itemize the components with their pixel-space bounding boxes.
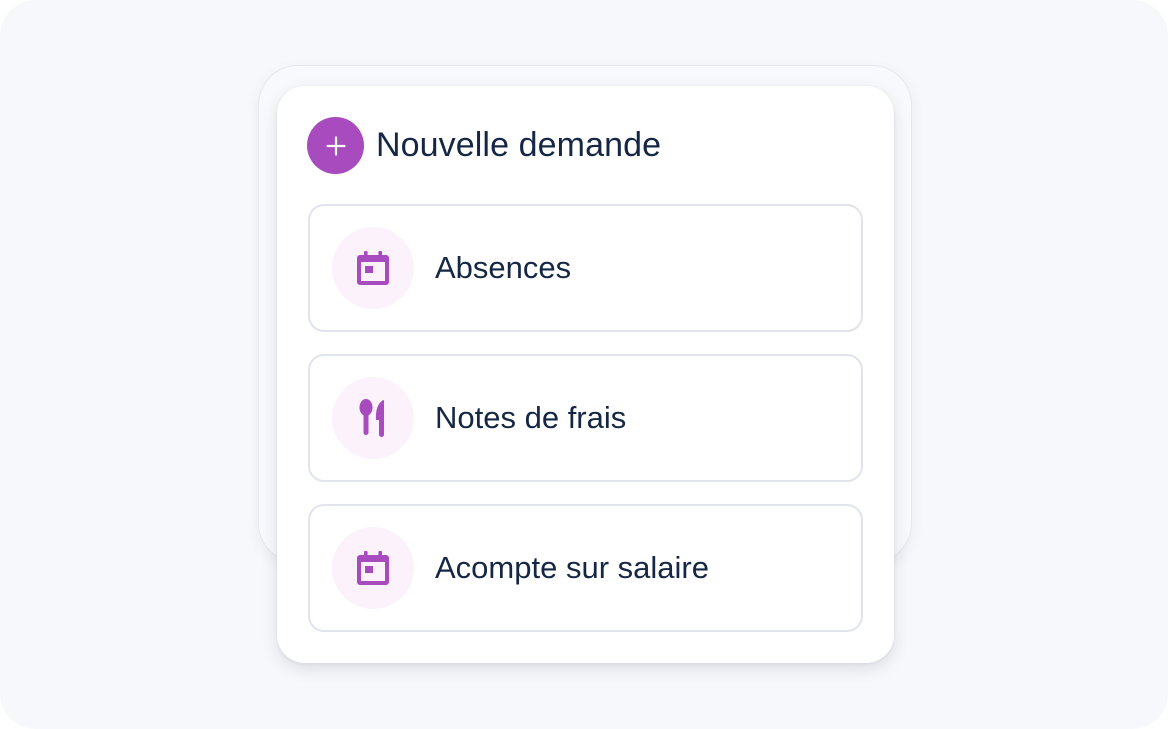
add-request-button[interactable] xyxy=(307,117,364,174)
calendar-icon xyxy=(357,251,389,285)
option-salary-advance[interactable]: Acompte sur salaire xyxy=(308,504,863,632)
option-icon-badge xyxy=(332,527,414,609)
plus-icon xyxy=(325,135,346,156)
option-label: Notes de frais xyxy=(435,400,627,435)
background-stage: Nouvelle demande Absences Notes de frais… xyxy=(0,0,1168,729)
new-request-panel: Nouvelle demande Absences Notes de frais… xyxy=(277,86,894,663)
panel-header: Nouvelle demande xyxy=(307,117,661,174)
option-label: Absences xyxy=(435,250,572,285)
option-expense-notes[interactable]: Notes de frais xyxy=(308,354,863,482)
option-icon-badge xyxy=(332,227,414,309)
calendar-icon xyxy=(357,551,389,585)
option-icon-badge xyxy=(332,377,414,459)
option-label: Acompte sur salaire xyxy=(435,550,709,585)
panel-title: Nouvelle demande xyxy=(376,126,662,164)
option-absences[interactable]: Absences xyxy=(308,204,863,332)
cutlery-icon xyxy=(359,399,384,437)
